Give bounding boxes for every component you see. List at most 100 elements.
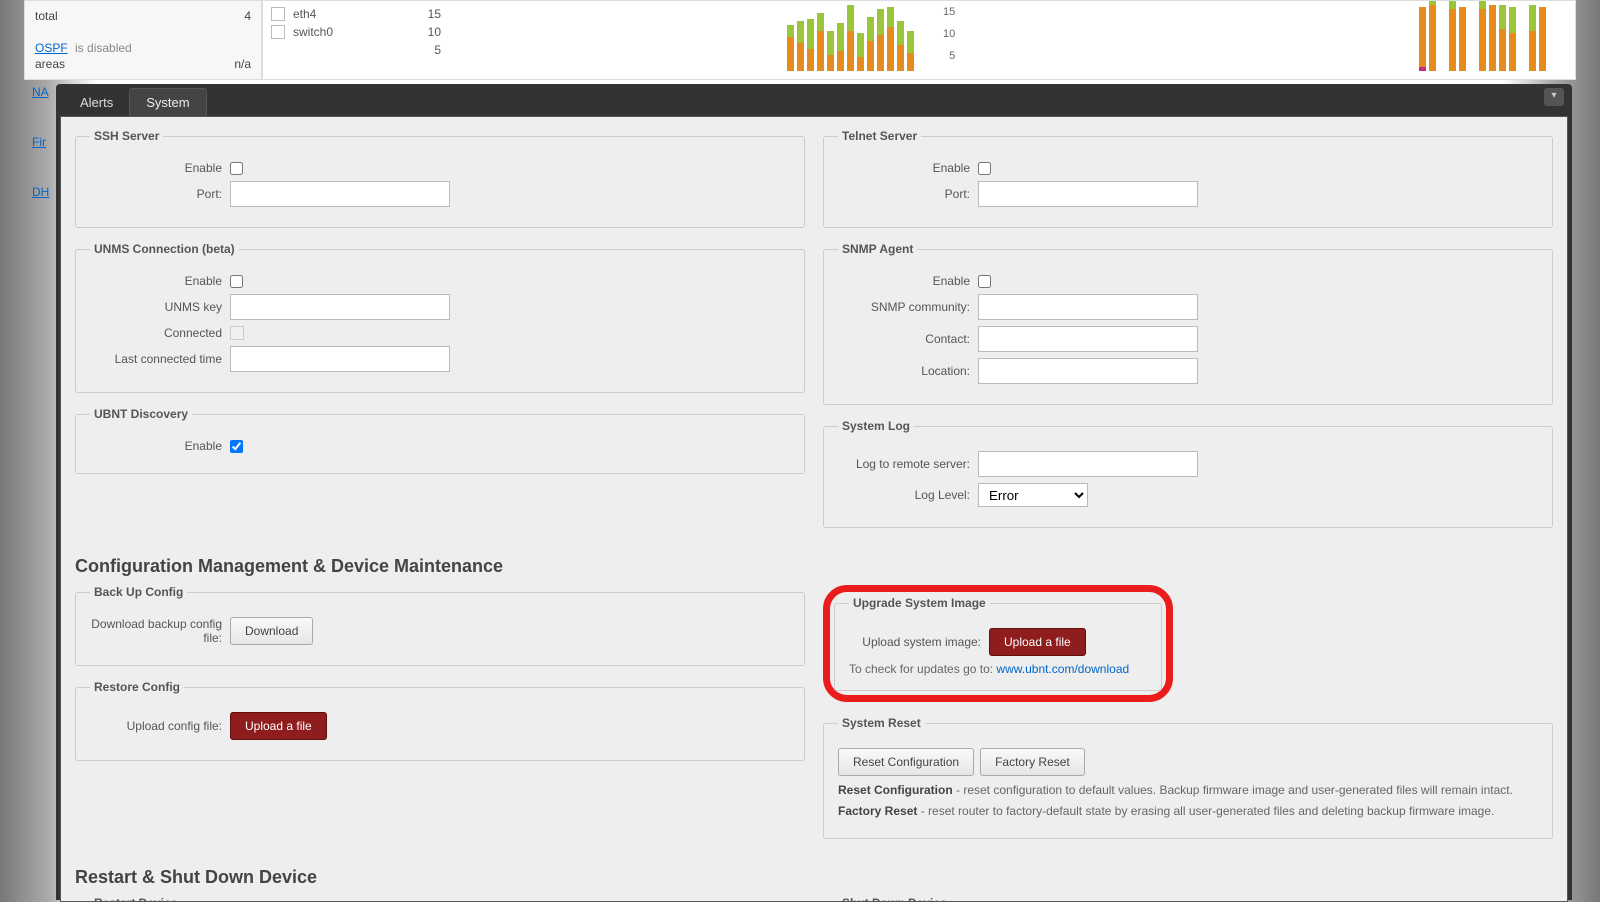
- ubnt-discovery-section: UBNT Discovery Enable: [75, 407, 805, 474]
- field-label: Last connected time: [90, 352, 230, 366]
- restore-legend: Restore Config: [90, 680, 184, 694]
- tab-alerts[interactable]: Alerts: [64, 89, 129, 116]
- upgrade-download-link[interactable]: www.ubnt.com/download: [996, 662, 1129, 676]
- reset-configuration-button[interactable]: Reset Configuration: [838, 748, 974, 776]
- factory-reset-description: Factory Reset - reset router to factory-…: [838, 803, 1538, 820]
- field-label: Upload system image:: [849, 635, 989, 649]
- field-label: Log to remote server:: [838, 457, 978, 471]
- interface-count: 15: [401, 7, 441, 21]
- field-label: Enable: [90, 161, 230, 175]
- snmp-location-input[interactable]: [978, 358, 1198, 384]
- telnet-server-section: Telnet Server Enable Port:: [823, 129, 1553, 228]
- field-label: Enable: [838, 161, 978, 175]
- ubnt-legend: UBNT Discovery: [90, 407, 192, 421]
- ubnt-enable-checkbox[interactable]: [230, 440, 243, 453]
- ssh-server-section: SSH Server Enable Port:: [75, 129, 805, 228]
- tab-dropdown-button[interactable]: ▾: [1544, 88, 1564, 106]
- unms-legend: UNMS Connection (beta): [90, 242, 239, 256]
- field-label: Enable: [838, 274, 978, 288]
- bar-chart-left: [783, 1, 933, 73]
- restart-heading: Restart & Shut Down Device: [75, 867, 1553, 888]
- upgrade-system-section: Upgrade System Image Upload system image…: [834, 596, 1162, 691]
- field-label: Download backup config file:: [90, 617, 230, 645]
- ssh-enable-checkbox[interactable]: [230, 162, 243, 175]
- bar-chart-right: [1415, 1, 1565, 73]
- snmp-agent-section: SNMP Agent Enable SNMP community: Contac…: [823, 242, 1553, 405]
- areas-value: n/a: [234, 57, 251, 71]
- factory-reset-button[interactable]: Factory Reset: [980, 748, 1085, 776]
- telnet-port-input[interactable]: [978, 181, 1198, 207]
- checkbox-icon[interactable]: [271, 25, 285, 39]
- tab-bar: Alerts System ▾: [56, 84, 1572, 116]
- unms-last-connected-input[interactable]: [230, 346, 450, 372]
- modal-body: SSH Server Enable Port: UNMS Connection …: [60, 116, 1568, 902]
- field-label: UNMS key: [90, 300, 230, 314]
- field-label: Upload config file:: [90, 719, 230, 733]
- note-prefix: To check for updates go to:: [849, 662, 996, 676]
- upload-restore-button[interactable]: Upload a file: [230, 712, 327, 740]
- field-label: Contact:: [838, 332, 978, 346]
- field-label: Port:: [838, 187, 978, 201]
- shutdown-legend: Shut Down Device: [838, 896, 951, 902]
- ospf-link[interactable]: OSPF: [35, 41, 68, 55]
- field-label: Port:: [90, 187, 230, 201]
- interface-row[interactable]: switch0 10: [271, 23, 441, 41]
- config-management-heading: Configuration Management & Device Mainte…: [75, 556, 1553, 577]
- field-label: Connected: [90, 326, 230, 340]
- unms-section: UNMS Connection (beta) Enable UNMS key C…: [75, 242, 805, 393]
- download-backup-button[interactable]: Download: [230, 617, 313, 645]
- axis-tick: 15: [943, 1, 955, 23]
- interface-name: switch0: [293, 25, 401, 39]
- upload-system-image-button[interactable]: Upload a file: [989, 628, 1086, 656]
- ssh-legend: SSH Server: [90, 129, 163, 143]
- unms-enable-checkbox[interactable]: [230, 275, 243, 288]
- field-label: Log Level:: [838, 488, 978, 502]
- telnet-enable-checkbox[interactable]: [978, 162, 991, 175]
- interface-count: 10: [401, 25, 441, 39]
- snmp-legend: SNMP Agent: [838, 242, 917, 256]
- axis-tick: 5: [943, 45, 955, 67]
- tab-system[interactable]: System: [129, 88, 206, 116]
- restart-device-section: Restart Device Restart: [75, 896, 805, 902]
- field-label: Location:: [838, 364, 978, 378]
- top-dashboard-strip: total 4 OSPF is disabled areas n/a eth4 …: [24, 0, 1576, 80]
- snmp-community-input[interactable]: [978, 294, 1198, 320]
- settings-modal: Alerts System ▾ SSH Server Enable Port:: [56, 84, 1572, 900]
- syslog-legend: System Log: [838, 419, 914, 433]
- interface-name: eth4: [293, 7, 401, 21]
- restart-legend: Restart Device: [90, 896, 181, 902]
- system-log-section: System Log Log to remote server: Log Lev…: [823, 419, 1553, 528]
- upgrade-note: To check for updates go to: www.ubnt.com…: [849, 662, 1147, 676]
- unms-key-input[interactable]: [230, 294, 450, 320]
- interface-list: eth4 15 switch0 10 5: [271, 5, 441, 59]
- upgrade-highlight-box: Upgrade System Image Upload system image…: [823, 585, 1173, 702]
- dashboard-area: eth4 15 switch0 10 5: [262, 0, 1576, 80]
- total-value: 4: [244, 9, 251, 23]
- reset-config-description: Reset Configuration - reset configuratio…: [838, 782, 1538, 799]
- backup-config-section: Back Up Config Download backup config fi…: [75, 585, 805, 666]
- upgrade-legend: Upgrade System Image: [849, 596, 990, 610]
- system-reset-section: System Reset Reset Configuration Factory…: [823, 716, 1553, 839]
- axis-tick: 5: [401, 43, 441, 57]
- routing-sidebar: total 4 OSPF is disabled areas n/a: [24, 0, 262, 80]
- reset-legend: System Reset: [838, 716, 925, 730]
- total-label: total: [35, 9, 58, 23]
- telnet-legend: Telnet Server: [838, 129, 921, 143]
- syslog-remote-input[interactable]: [978, 451, 1198, 477]
- backup-legend: Back Up Config: [90, 585, 187, 599]
- syslog-level-select[interactable]: Error: [978, 483, 1088, 507]
- field-label: Enable: [90, 439, 230, 453]
- field-label: Enable: [90, 274, 230, 288]
- snmp-enable-checkbox[interactable]: [978, 275, 991, 288]
- restore-config-section: Restore Config Upload config file: Uploa…: [75, 680, 805, 761]
- areas-label: areas: [35, 57, 65, 71]
- field-label: SNMP community:: [838, 300, 978, 314]
- unms-connected-indicator: [230, 326, 244, 340]
- snmp-contact-input[interactable]: [978, 326, 1198, 352]
- interface-row[interactable]: eth4 15: [271, 5, 441, 23]
- ssh-port-input[interactable]: [230, 181, 450, 207]
- checkbox-icon[interactable]: [271, 7, 285, 21]
- axis-tick: 10: [943, 23, 955, 45]
- shutdown-device-section: Shut Down Device Shut Down: [823, 896, 1553, 902]
- ospf-status: is disabled: [71, 41, 132, 55]
